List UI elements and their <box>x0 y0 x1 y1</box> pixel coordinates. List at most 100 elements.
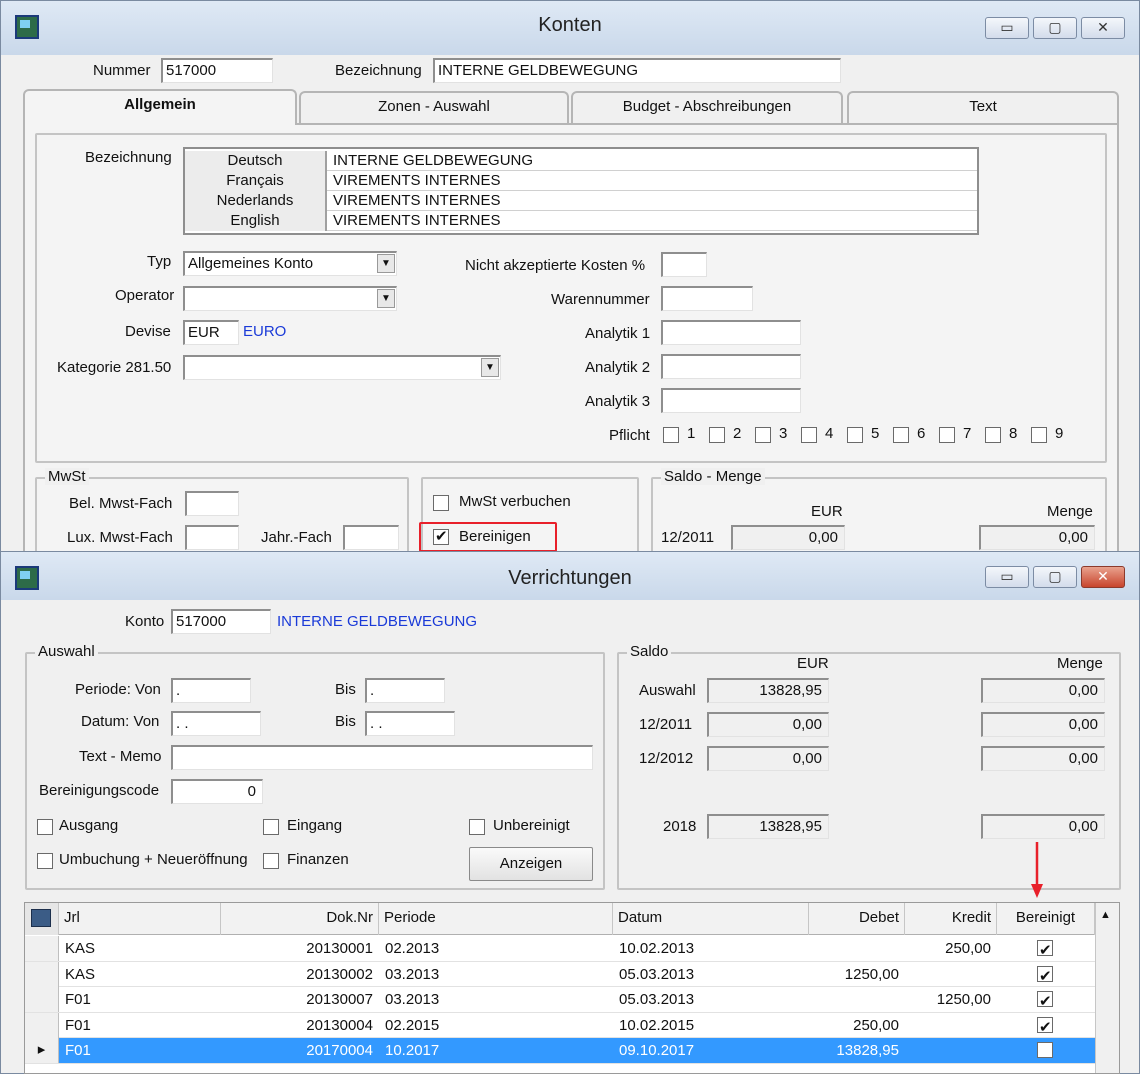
chevron-down-icon[interactable]: ▼ <box>377 289 395 308</box>
column-header-debet[interactable]: Debet <box>809 903 905 935</box>
cell-periode[interactable]: 03.2013 <box>379 962 613 987</box>
grid-scrollbar[interactable]: ▲ <box>1095 903 1119 1073</box>
language-text[interactable]: INTERNE GELDBEWEGUNG <box>333 151 533 170</box>
cell-datum[interactable]: 10.02.2015 <box>613 1013 809 1038</box>
column-header-periode[interactable]: Periode <box>379 903 613 935</box>
cell-datum[interactable]: 09.10.2017 <box>613 1038 809 1063</box>
konten-titlebar[interactable]: Konten ▭ ▢ ✕ <box>1 1 1139 55</box>
cell-debet[interactable]: 1250,00 <box>809 962 905 987</box>
pflicht-checkbox-8[interactable] <box>985 427 1001 443</box>
cell-datum[interactable]: 10.02.2013 <box>613 936 809 961</box>
periode-bis-field[interactable]: . <box>365 678 445 703</box>
chevron-down-icon[interactable]: ▼ <box>377 254 395 273</box>
cell-datum[interactable]: 05.03.2013 <box>613 987 809 1012</box>
pflicht-checkbox-1[interactable] <box>663 427 679 443</box>
cell-jrl[interactable]: F01 <box>59 1013 221 1038</box>
umbuchung-checkbox[interactable] <box>37 853 53 869</box>
pflicht-checkbox-4[interactable] <box>801 427 817 443</box>
scroll-up-icon[interactable]: ▲ <box>1100 909 1111 921</box>
cell-kredit[interactable] <box>905 1013 997 1038</box>
language-row[interactable]: Deutsch INTERNE GELDBEWEGUNG <box>185 151 977 171</box>
tab-budget-abschreibungen[interactable]: Budget - Abschreibungen <box>571 91 843 123</box>
memo-field[interactable] <box>171 745 593 770</box>
cell-periode[interactable]: 10.2017 <box>379 1038 613 1063</box>
language-text[interactable]: VIREMENTS INTERNES <box>333 171 501 190</box>
finanzen-checkbox[interactable] <box>263 853 279 869</box>
bereinigt-checkbox[interactable] <box>1037 964 1053 987</box>
language-text[interactable]: VIREMENTS INTERNES <box>333 191 501 210</box>
lux-mwst-field[interactable] <box>185 525 239 550</box>
column-header-jrl[interactable]: Jrl <box>59 903 221 935</box>
cell-jrl[interactable]: F01 <box>59 1038 221 1063</box>
cell-debet[interactable] <box>809 987 905 1012</box>
unbereinigt-checkbox[interactable] <box>469 819 485 835</box>
column-header-doknr[interactable]: Dok.Nr <box>221 903 379 935</box>
analytik-3-field[interactable] <box>661 388 801 413</box>
nummer-field[interactable]: 517000 <box>161 58 273 83</box>
cell-doknr[interactable]: 20130004 <box>221 1013 379 1038</box>
minimize-button[interactable]: ▭ <box>985 17 1029 39</box>
cell-debet[interactable] <box>809 936 905 961</box>
cell-periode[interactable]: 02.2015 <box>379 1013 613 1038</box>
bereinigt-checkbox[interactable] <box>1037 989 1053 1012</box>
cell-debet[interactable]: 250,00 <box>809 1013 905 1038</box>
cell-datum[interactable]: 05.03.2013 <box>613 962 809 987</box>
cell-doknr[interactable]: 20130002 <box>221 962 379 987</box>
operator-select[interactable]: ▼ <box>183 286 397 311</box>
cell-periode[interactable]: 02.2013 <box>379 936 613 961</box>
table-row[interactable]: ▸ F01 20170004 10.2017 09.10.2017 13828,95 <box>25 1038 1095 1064</box>
cell-jrl[interactable]: F01 <box>59 987 221 1012</box>
cell-jrl[interactable]: KAS <box>59 936 221 961</box>
row-header[interactable]: ▸ <box>25 1038 59 1063</box>
cell-doknr[interactable]: 20130007 <box>221 987 379 1012</box>
mwst-verbuchen-checkbox[interactable] <box>433 495 449 511</box>
konto-field[interactable]: 517000 <box>171 609 271 634</box>
row-header[interactable] <box>25 987 59 1012</box>
column-header-kredit[interactable]: Kredit <box>905 903 997 935</box>
datum-bis-field[interactable]: . . <box>365 711 455 736</box>
pflicht-checkbox-2[interactable] <box>709 427 725 443</box>
devise-field[interactable]: EUR <box>183 320 239 345</box>
datum-von-field[interactable]: . . <box>171 711 261 736</box>
bereinigt-checkbox[interactable] <box>1037 1015 1053 1038</box>
bereinigungscode-field[interactable]: 0 <box>171 779 263 804</box>
cell-kredit[interactable]: 1250,00 <box>905 987 997 1012</box>
bereinigt-checkbox[interactable] <box>1037 1042 1053 1058</box>
close-button[interactable]: ✕ <box>1081 17 1125 39</box>
table-row[interactable]: F01 20130004 02.2015 10.02.2015 250,00 <box>25 1012 1095 1038</box>
kategorie-select[interactable]: ▼ <box>183 355 501 380</box>
cell-kredit[interactable]: 250,00 <box>905 936 997 961</box>
cell-kredit[interactable] <box>905 962 997 987</box>
minimize-button[interactable]: ▭ <box>985 566 1029 588</box>
warennummer-field[interactable] <box>661 286 753 311</box>
row-header[interactable] <box>25 936 59 961</box>
verrichtungen-titlebar[interactable]: Verrichtungen ▭ ▢ ✕ <box>1 552 1139 600</box>
maximize-button[interactable]: ▢ <box>1033 17 1077 39</box>
table-row[interactable]: F01 20130007 03.2013 05.03.2013 1250,00 <box>25 987 1095 1013</box>
anzeigen-button[interactable]: Anzeigen <box>469 847 593 881</box>
grid-select-all-icon[interactable] <box>31 909 51 927</box>
tab-allgemein[interactable]: Allgemein <box>23 89 297 125</box>
maximize-button[interactable]: ▢ <box>1033 566 1077 588</box>
table-row[interactable]: KAS 20130001 02.2013 10.02.2013 250,00 <box>25 936 1095 962</box>
language-row[interactable]: English VIREMENTS INTERNES <box>185 211 977 231</box>
language-text[interactable]: VIREMENTS INTERNES <box>333 211 501 230</box>
pflicht-checkbox-5[interactable] <box>847 427 863 443</box>
jahr-fach-field[interactable] <box>343 525 399 550</box>
cell-periode[interactable]: 03.2013 <box>379 987 613 1012</box>
tab-zonen-auswahl[interactable]: Zonen - Auswahl <box>299 91 569 123</box>
cell-jrl[interactable]: KAS <box>59 962 221 987</box>
cell-doknr[interactable]: 20130001 <box>221 936 379 961</box>
pflicht-checkbox-6[interactable] <box>893 427 909 443</box>
pflicht-checkbox-7[interactable] <box>939 427 955 443</box>
chevron-down-icon[interactable]: ▼ <box>481 358 499 377</box>
bereinigt-checkbox[interactable] <box>1037 938 1053 961</box>
eingang-checkbox[interactable] <box>263 819 279 835</box>
bel-mwst-field[interactable] <box>185 491 239 516</box>
language-row[interactable]: Français VIREMENTS INTERNES <box>185 171 977 191</box>
tab-text[interactable]: Text <box>847 91 1119 123</box>
cell-doknr[interactable]: 20170004 <box>221 1038 379 1063</box>
pflicht-checkbox-9[interactable] <box>1031 427 1047 443</box>
nicht-akzeptiert-field[interactable] <box>661 252 707 277</box>
column-header-datum[interactable]: Datum <box>613 903 809 935</box>
